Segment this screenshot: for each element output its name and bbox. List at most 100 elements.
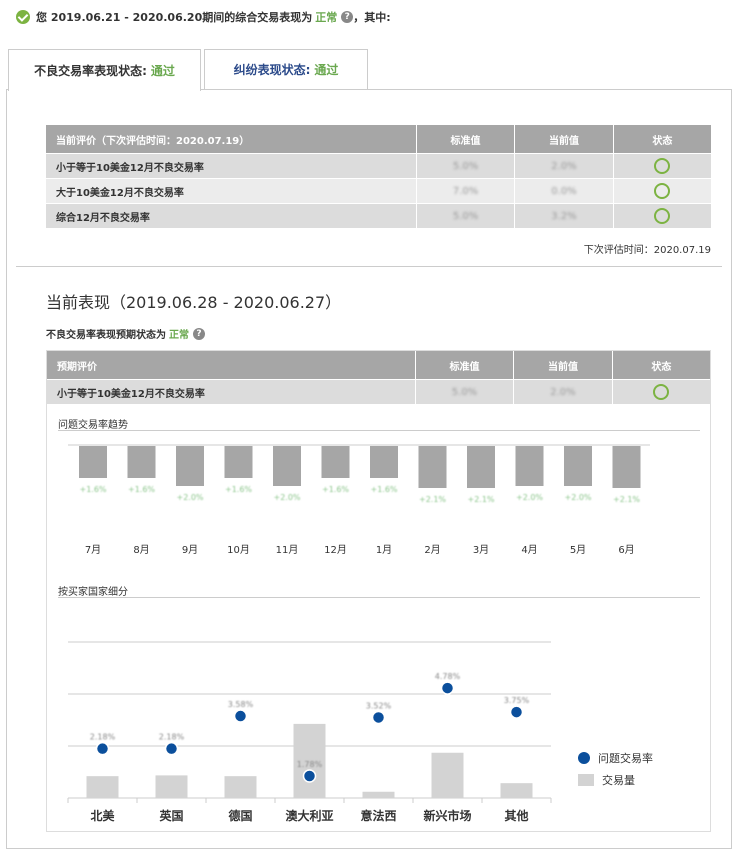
country-title-rule — [58, 597, 700, 598]
col-header: 当前值 — [514, 125, 614, 154]
trend-bar-label: +2.1% — [467, 495, 494, 504]
trend-month-label: 3月 — [473, 544, 489, 556]
trend-bar-label: +2.1% — [613, 495, 640, 504]
trend-bar-label: +2.0% — [564, 493, 591, 502]
trend-month-label: 4月 — [521, 544, 537, 556]
metric-name: 小于等于10美金12月不良交易率 — [47, 379, 416, 404]
trend-bar — [224, 446, 253, 478]
trend-chart: +1.6% 7月 +1.6% 8月 +2.0% 9月 +1.6% 10月 +2.0% 11月 +1.… — [68, 444, 650, 556]
next-eval-time: 下次评估时间：2020.07.19 — [583, 245, 711, 256]
country-category-label: 其他 — [504, 808, 528, 823]
volume-bar — [224, 776, 257, 798]
current-value: 2.0% — [551, 160, 577, 172]
col-header: 状态 — [612, 351, 710, 380]
table-row: 小于等于10美金12月不良交易率 5.0% 2.0% — [46, 153, 711, 179]
legend-rate-label: 问题交易率 — [598, 752, 653, 765]
table-row: 小于等于10美金12月不良交易率 5.0% 2.0% — [47, 379, 710, 404]
volume-bar — [86, 776, 119, 798]
pass-circle-icon — [654, 183, 671, 199]
trend-bar — [370, 446, 398, 478]
trend-bar-label: +1.6% — [79, 485, 106, 494]
rate-label: 3.58% — [228, 700, 254, 709]
evaluation-table: 当前评价（下次评估时间：2020.07.19） 标准值 当前值 状态 小于等于1… — [46, 125, 711, 228]
country-category-label: 澳大利亚 — [285, 808, 333, 823]
help-icon[interactable]: ? — [193, 327, 205, 340]
summary-prefix: 您 2019.06.21 - 2020.06.20期间的综合交易表现为 — [36, 11, 313, 24]
legend-volume: 交易量 — [578, 772, 635, 788]
country-chart: 2.18% 2.18% 3.58% 1.78% 3.52% 4.78% 3.75% 北美 英国 德… — [67, 641, 552, 823]
trend-month-label: 7月 — [85, 544, 101, 556]
trend-bar-label: +1.6% — [322, 485, 349, 494]
trend-month-label: 11月 — [276, 544, 299, 556]
legend-volume-label: 交易量 — [602, 774, 635, 787]
rate-dot — [302, 769, 317, 783]
standard-value: 5.0% — [452, 160, 479, 172]
country-category-label: 北美 — [90, 808, 115, 823]
trend-month-label: 8月 — [133, 544, 149, 556]
rate-dot — [164, 741, 179, 756]
trend-month-label: 2月 — [424, 544, 440, 556]
legend-square-icon — [578, 774, 594, 786]
forecast-table: 预期评价 标准值 当前值 状态 小于等于10美金12月不良交易率 5.0% 2.… — [47, 351, 710, 404]
trend-bar — [127, 446, 156, 478]
pass-circle-icon — [654, 208, 671, 224]
standard-value: 7.0% — [452, 185, 479, 197]
tab-status: 通过 — [314, 63, 339, 77]
col-header: 当前值 — [513, 351, 613, 380]
rate-dot — [95, 741, 110, 756]
trend-bar — [176, 446, 204, 486]
standard-value: 5.0% — [451, 386, 478, 398]
tab-label: 纠纷表现状态: — [233, 63, 311, 77]
trend-bar — [612, 446, 641, 488]
trend-bar-label: +2.1% — [419, 495, 446, 504]
rate-label: 2.18% — [90, 733, 116, 742]
current-performance-title: 当前表现（2019.06.28 - 2020.06.27） — [46, 293, 342, 312]
col-header: 状态 — [613, 125, 711, 154]
trend-bar — [418, 446, 447, 488]
summary-suffix: ，其中: — [353, 11, 391, 24]
trend-title-rule — [58, 430, 700, 431]
tab-status: 通过 — [150, 64, 175, 78]
country-category-label: 英国 — [159, 808, 183, 823]
rate-label: 2.18% — [159, 733, 185, 742]
rate-label: 3.52% — [366, 701, 392, 710]
rate-label: 3.75% — [504, 696, 530, 705]
tab-defect-rate[interactable]: 不良交易率表现状态: 通过 — [8, 49, 201, 91]
trend-month-label: 12月 — [324, 544, 347, 556]
volume-bar — [500, 783, 533, 798]
trend-bar — [515, 446, 544, 486]
country-category-label: 意法西 — [360, 808, 396, 823]
forecast-status-line: 不良交易率表现预期状态为 正常 ? — [46, 326, 205, 341]
trend-bar — [321, 446, 350, 478]
trend-month-label: 1月 — [376, 544, 392, 556]
trend-title: 问题交易率趋势 — [58, 420, 128, 431]
trend-bar-label: +2.0% — [516, 493, 543, 502]
rate-dot — [509, 705, 524, 719]
rate-label: 4.78% — [435, 672, 461, 681]
volume-bar — [362, 791, 395, 798]
standard-value: 5.0% — [452, 210, 479, 222]
col-header: 标准值 — [416, 125, 516, 154]
trend-bar-label: +2.0% — [273, 493, 300, 502]
trend-bar-label: +1.6% — [225, 485, 252, 494]
country-category-label: 德国 — [228, 808, 252, 823]
volume-bar — [431, 752, 464, 798]
forecast-status-prefix: 不良交易率表现预期状态为 — [46, 330, 166, 341]
summary-line: 您 2019.06.21 - 2020.06.20期间的综合交易表现为 正常 ?… — [16, 9, 391, 25]
trend-bar — [79, 446, 107, 478]
volume-bar — [155, 775, 188, 798]
col-header: 标准值 — [415, 351, 515, 380]
trend-bar — [564, 446, 592, 486]
legend-dot-icon — [578, 752, 590, 764]
tab-dispute[interactable]: 纠纷表现状态: 通过 — [204, 49, 368, 89]
trend-month-label: 6月 — [618, 544, 634, 556]
pass-circle-icon — [653, 384, 670, 400]
tab-label: 不良交易率表现状态: — [34, 64, 147, 78]
trend-bar — [467, 446, 495, 488]
country-category-label: 新兴市场 — [423, 808, 471, 823]
help-icon[interactable]: ? — [341, 11, 354, 23]
divider — [16, 266, 722, 267]
pass-circle-icon — [654, 158, 671, 174]
rate-dot — [371, 710, 386, 725]
trend-month-label: 9月 — [182, 544, 198, 556]
